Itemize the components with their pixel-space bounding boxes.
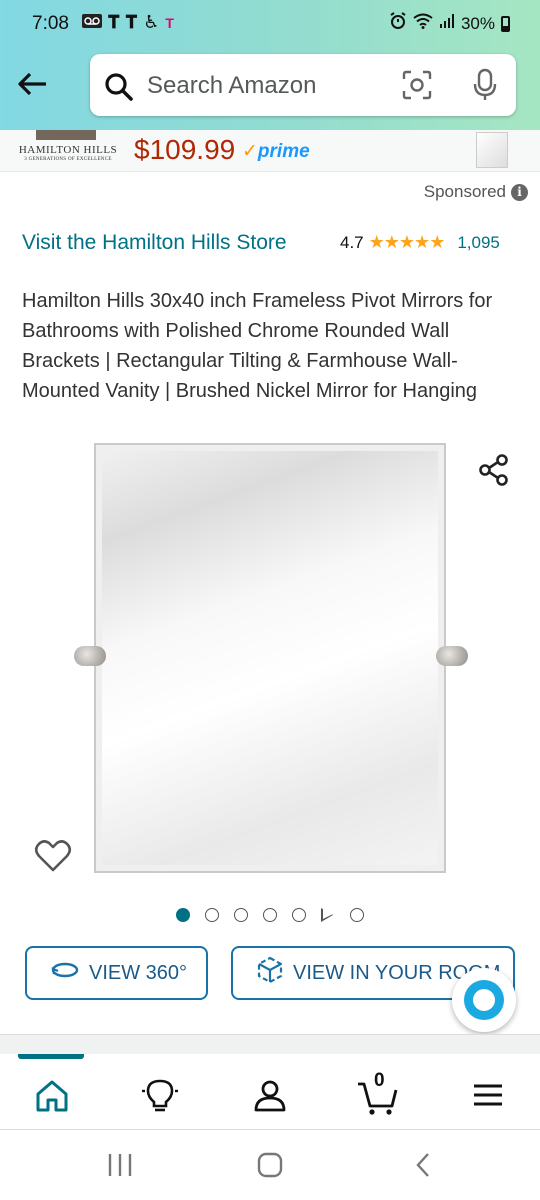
battery-percent: 30% xyxy=(460,13,495,33)
product-rating[interactable]: 4.7 ★★★★★ 1,095 xyxy=(340,232,500,253)
home-icon[interactable] xyxy=(32,1076,72,1116)
alexa-button-icon[interactable] xyxy=(452,968,516,1032)
sponsored-text: Sponsored xyxy=(423,182,506,201)
t-mobile-icon: 𝐓 xyxy=(108,12,120,32)
active-tab-indicator xyxy=(18,1054,84,1059)
carousel-dot[interactable] xyxy=(234,908,248,922)
system-icons: 30% xyxy=(389,12,510,35)
accessibility-icon: ♿ xyxy=(143,12,160,32)
signal-icon xyxy=(439,13,455,34)
notification-icons: 𝐓 𝐓 ♿ T xyxy=(82,12,174,33)
cart-icon[interactable]: 0 xyxy=(356,1070,398,1116)
video-play-icon[interactable] xyxy=(321,908,335,922)
prime-check-icon: ✓ xyxy=(242,141,258,162)
prime-badge: ✓prime xyxy=(242,140,310,163)
t-mobile-small-icon: T xyxy=(165,14,174,31)
recent-apps-icon[interactable] xyxy=(106,1152,134,1183)
share-icon[interactable] xyxy=(476,452,512,493)
battery-icon xyxy=(501,15,510,32)
carousel-dot[interactable] xyxy=(205,908,219,922)
play-triangle xyxy=(321,908,333,922)
mirror-bracket-left xyxy=(74,646,106,666)
search-bar[interactable]: Search Amazon xyxy=(90,54,516,116)
cart-count: 0 xyxy=(374,1070,385,1091)
brand-logo-mark xyxy=(36,130,96,140)
account-icon[interactable] xyxy=(250,1076,290,1116)
alexa-ring xyxy=(473,989,495,1011)
sponsored-banner-ad[interactable]: HAMILTON HILLS 3 GENERATIONS OF EXCELLEN… xyxy=(0,130,540,172)
rating-value: 4.7 xyxy=(340,232,364,252)
camera-scan-icon[interactable] xyxy=(402,70,432,105)
wishlist-heart-icon[interactable] xyxy=(34,838,72,879)
section-divider xyxy=(0,1034,540,1054)
ar-cube-icon xyxy=(257,956,283,990)
carousel-dot[interactable] xyxy=(263,908,277,922)
view-360-label: VIEW 360° xyxy=(89,961,188,984)
carousel-dot[interactable] xyxy=(176,908,190,922)
carousel-dot[interactable] xyxy=(292,908,306,922)
menu-icon[interactable] xyxy=(470,1076,510,1116)
brand-tagline: 3 GENERATIONS OF EXCELLENCE xyxy=(24,157,112,162)
carousel-dot[interactable] xyxy=(350,908,364,922)
bottom-navigation: 0 xyxy=(0,1054,540,1130)
back-arrow-icon[interactable] xyxy=(14,66,54,106)
brand-logo: HAMILTON HILLS 3 GENERATIONS OF EXCELLEN… xyxy=(10,144,126,162)
microphone-icon[interactable] xyxy=(472,68,498,107)
view-360-button[interactable]: VIEW 360° xyxy=(25,946,208,1000)
prime-label: prime xyxy=(257,141,310,162)
wifi-icon xyxy=(413,13,433,34)
status-bar: 7:08 𝐓 𝐓 ♿ T 30% xyxy=(0,0,540,48)
app-header: 7:08 𝐓 𝐓 ♿ T 30% Search Amazon xyxy=(0,0,540,130)
brand-name: HAMILTON HILLS xyxy=(18,144,118,156)
image-carousel-dots[interactable] xyxy=(176,908,364,922)
system-navigation-bar xyxy=(0,1130,540,1200)
t-mobile-icon: 𝐓 xyxy=(125,12,138,32)
clock: 7:08 xyxy=(32,13,69,34)
info-icon[interactable]: i xyxy=(511,183,528,201)
banner-price: $109.99 xyxy=(134,134,236,165)
store-link[interactable]: Visit the Hamilton Hills Store xyxy=(22,228,292,258)
inspire-lightbulb-icon[interactable] xyxy=(140,1076,180,1116)
search-input[interactable]: Search Amazon xyxy=(147,72,316,100)
sponsored-label[interactable]: Sponsored i xyxy=(424,182,528,202)
banner-product-thumbnail xyxy=(476,132,508,168)
product-title: Hamilton Hills 30x40 inch Frameless Pivo… xyxy=(22,290,493,402)
mirror-bracket-right xyxy=(436,646,468,666)
star-rating-icon: ★★★★★ xyxy=(368,232,446,252)
back-button-icon[interactable] xyxy=(410,1152,438,1183)
product-image[interactable] xyxy=(94,443,446,873)
alarm-icon xyxy=(389,12,407,35)
home-button-icon[interactable] xyxy=(256,1152,284,1183)
rotate-360-icon xyxy=(51,960,79,986)
search-icon xyxy=(104,72,134,107)
review-count[interactable]: 1,095 xyxy=(457,233,500,253)
voicemail-icon xyxy=(82,12,102,33)
